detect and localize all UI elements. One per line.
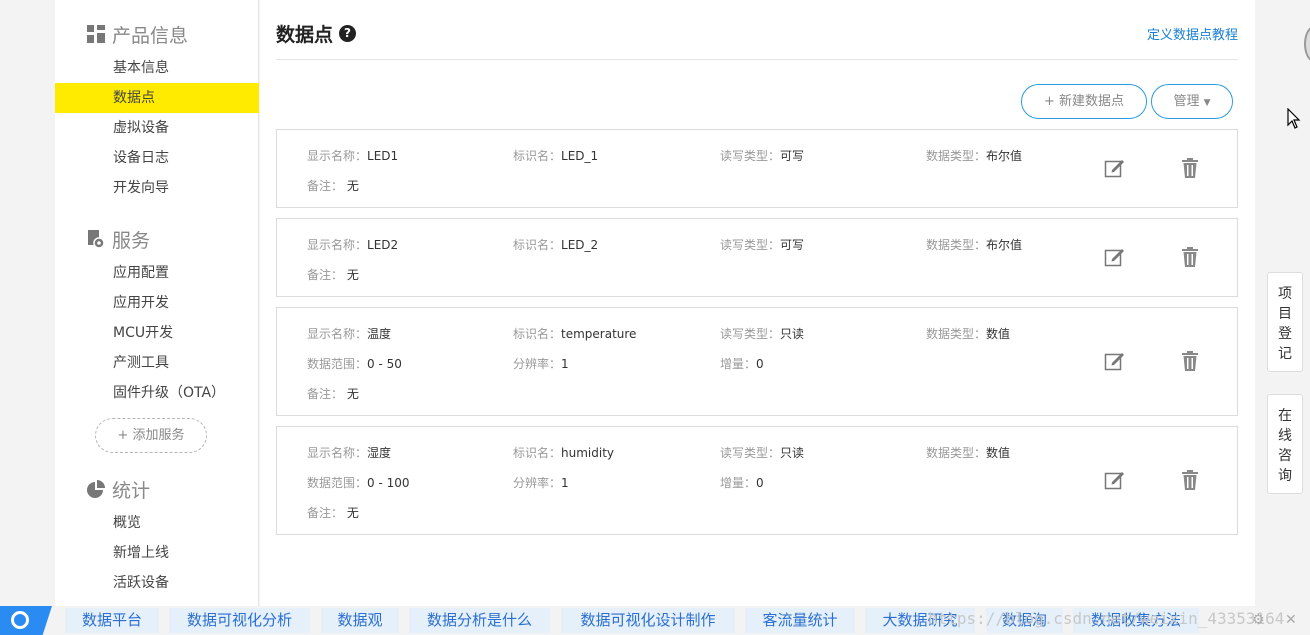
edge-avatar: [1304, 26, 1310, 62]
keyword-link[interactable]: 数据淘: [986, 608, 1063, 633]
field-rw-type: 读写类型：只读: [720, 327, 805, 341]
sidebar-item-ota[interactable]: 固件升级（OTA）: [55, 378, 259, 408]
edit-icon[interactable]: [1104, 157, 1126, 179]
sidebar-item-new-online[interactable]: 新增上线: [55, 538, 259, 568]
add-service-button[interactable]: + 添加服务: [95, 418, 207, 453]
field-data-type: 数据类型：布尔值: [926, 149, 1023, 163]
manage-dropdown-button[interactable]: 管理 ▼: [1151, 84, 1233, 119]
datapoint-card: 显示名称：温度 标识名：temperature 读写类型：只读 数据类型：数值 …: [276, 307, 1238, 416]
tab-label: 项目登记: [1278, 286, 1292, 362]
project-register-tab[interactable]: 项目登记: [1267, 272, 1303, 372]
keyword-link[interactable]: 数据观: [321, 608, 399, 633]
section-statistics: 统计: [87, 476, 150, 502]
field-display-name: 显示名称：LED2: [307, 238, 399, 252]
field-remark: 备注： 无: [307, 506, 359, 520]
divider: [276, 59, 1238, 60]
keyword-link[interactable]: 大数据研究: [865, 608, 975, 633]
sidebar-item-overview[interactable]: 概览: [55, 508, 259, 538]
new-datapoint-button[interactable]: + 新建数据点: [1021, 84, 1147, 119]
bottom-keyword-bar: 数据平台 数据可视化分析 数据观 数据分析是什么 数据可视化设计制作 客流量统计…: [0, 606, 1310, 635]
section-services: 服务: [87, 226, 150, 252]
mouse-cursor-icon: [1287, 108, 1301, 129]
field-identifier: 标识名：temperature: [513, 327, 637, 341]
field-remark: 备注： 无: [307, 387, 359, 401]
edit-icon[interactable]: [1104, 350, 1126, 372]
keyword-link[interactable]: 数据分析是什么: [409, 608, 550, 633]
tutorial-link[interactable]: 定义数据点教程: [1147, 24, 1238, 43]
tab-label: 在线咨询: [1278, 408, 1292, 484]
close-icon[interactable]: ✕: [1285, 612, 1297, 628]
field-identifier: 标识名：LED_1: [513, 149, 599, 163]
datapoint-card: 显示名称：湿度 标识名：humidity 读写类型：只读 数据类型：数值 数据范…: [276, 426, 1238, 535]
section-product-info: 产品信息: [87, 21, 188, 47]
field-data-type: 数据类型：数值: [926, 446, 1011, 460]
field-remark: 备注： 无: [307, 179, 359, 193]
datapoint-card: 显示名称：LED1 标识名：LED_1 读写类型：可写 数据类型：布尔值 备注：…: [276, 129, 1238, 208]
main-content: 数据点 ? 定义数据点教程 + 新建数据点 管理 ▼ 显示名称：LED1 标识名…: [260, 0, 1255, 606]
edit-icon[interactable]: [1104, 469, 1126, 491]
field-display-name: 显示名称：湿度: [307, 446, 392, 460]
field-identifier: 标识名：humidity: [513, 446, 615, 460]
delete-icon[interactable]: [1179, 246, 1201, 268]
section-title: 服务: [112, 229, 151, 252]
help-icon[interactable]: ?: [339, 25, 357, 42]
keyword-link[interactable]: 数据平台: [65, 608, 159, 633]
sidebar-item-app-dev[interactable]: 应用开发: [55, 288, 259, 318]
settings-icon[interactable]: ⚙: [1252, 612, 1265, 628]
field-data-type: 数据类型：布尔值: [926, 238, 1023, 252]
page-title: 数据点 ?: [276, 20, 357, 47]
grid-icon: [87, 25, 105, 43]
field-display-name: 显示名称：温度: [307, 327, 392, 341]
sidebar-item-device-log[interactable]: 设备日志: [55, 143, 259, 173]
datapoint-card: 显示名称：LED2 标识名：LED_2 读写类型：可写 数据类型：布尔值 备注：…: [276, 218, 1238, 297]
delete-icon[interactable]: [1179, 350, 1201, 372]
field-rw-type: 读写类型：可写: [720, 238, 805, 252]
sidebar-item-datapoints[interactable]: 数据点: [55, 83, 259, 113]
delete-icon[interactable]: [1179, 469, 1201, 491]
sidebar-item-dev-guide[interactable]: 开发向导: [55, 173, 259, 203]
field-rw-type: 读写类型：可写: [720, 149, 805, 163]
field-resolution: 分辨率：1: [513, 476, 569, 490]
field-rw-type: 读写类型：只读: [720, 446, 805, 460]
field-remark: 备注： 无: [307, 268, 359, 282]
service-gear-icon: [88, 230, 105, 248]
manage-label: 管理: [1173, 94, 1200, 109]
section-title: 统计: [112, 479, 151, 502]
sidebar-item-test-tool[interactable]: 产测工具: [55, 348, 259, 378]
field-resolution: 分辨率：1: [513, 357, 569, 371]
sidebar-item-mcu-dev[interactable]: MCU开发: [55, 318, 259, 348]
field-range: 数据范围：0 - 100: [307, 476, 410, 490]
keyword-link[interactable]: 数据可视化设计制作: [561, 608, 735, 633]
sidebar: 产品信息 基本信息 数据点 虚拟设备 设备日志 开发向导 服务 应用配置 应用开…: [55, 0, 259, 606]
delete-icon[interactable]: [1179, 157, 1201, 179]
field-range: 数据范围：0 - 50: [307, 357, 402, 371]
page-title-text: 数据点: [276, 24, 334, 46]
field-identifier: 标识名：LED_2: [513, 238, 599, 252]
field-display-name: 显示名称：LED1: [307, 149, 399, 163]
sidebar-item-virtual-device[interactable]: 虚拟设备: [55, 113, 259, 143]
edit-icon[interactable]: [1104, 246, 1126, 268]
online-consult-tab[interactable]: 在线咨询: [1267, 394, 1303, 494]
pie-chart-icon: [87, 480, 105, 498]
keyword-link[interactable]: 数据收集方法: [1073, 608, 1199, 633]
sidebar-item-basic-info[interactable]: 基本信息: [55, 53, 259, 83]
field-increment: 增量：0: [720, 357, 764, 371]
caret-down-icon: ▼: [1203, 98, 1211, 108]
section-title: 产品信息: [112, 24, 189, 47]
keyword-link[interactable]: 数据可视化分析: [169, 608, 310, 633]
search-logo-icon[interactable]: [0, 606, 52, 635]
sidebar-item-active-devices[interactable]: 活跃设备: [55, 568, 259, 598]
field-data-type: 数据类型：数值: [926, 327, 1011, 341]
sidebar-item-app-config[interactable]: 应用配置: [55, 258, 259, 288]
keyword-link[interactable]: 客流量统计: [745, 608, 855, 633]
field-increment: 增量：0: [720, 476, 764, 490]
